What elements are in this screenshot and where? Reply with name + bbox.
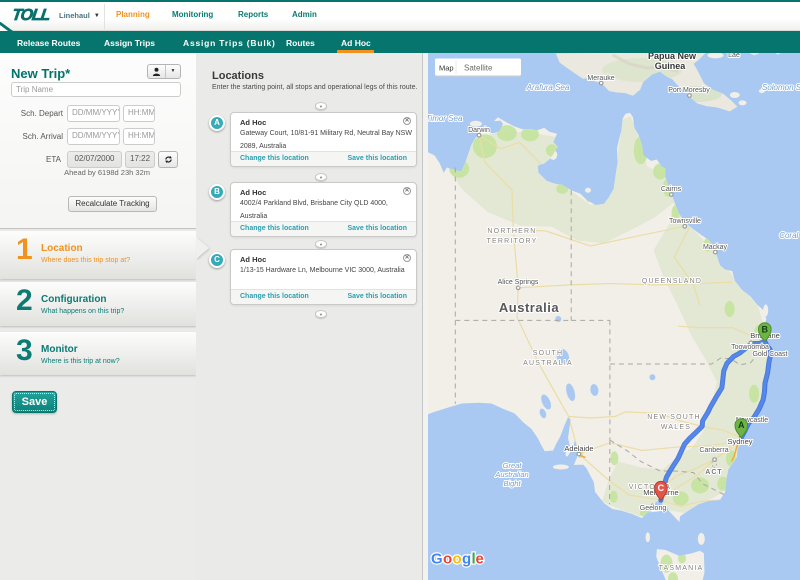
svg-text:Cairns: Cairns (661, 186, 682, 193)
svg-text:G: G (431, 551, 444, 568)
svg-text:Darwin: Darwin (468, 127, 490, 134)
svg-text:Port Moresby: Port Moresby (668, 87, 710, 94)
svg-text:A: A (738, 420, 745, 430)
svg-text:Solomon Sea: Solomon Sea (762, 83, 800, 92)
svg-text:Toowoomba: Toowoomba (731, 344, 769, 351)
svg-text:Great: Great (503, 461, 523, 470)
svg-text:Sydney: Sydney (727, 437, 752, 446)
svg-text:B: B (762, 324, 769, 334)
svg-text:Timor Sea: Timor Sea (428, 114, 463, 123)
svg-text:Gold Coast: Gold Coast (752, 351, 787, 358)
svg-text:AUSTRALIA: AUSTRALIA (523, 360, 573, 367)
svg-text:Geelong: Geelong (640, 505, 667, 512)
svg-text:QUEENSLAND: QUEENSLAND (642, 278, 702, 285)
svg-text:Australia: Australia (499, 300, 559, 315)
svg-text:Mackay: Mackay (703, 244, 728, 251)
svg-text:SOUTH: SOUTH (533, 350, 564, 357)
svg-text:Australian: Australian (494, 470, 528, 479)
svg-text:Lae: Lae (728, 53, 740, 59)
svg-text:Bight: Bight (503, 479, 521, 488)
svg-text:Map: Map (439, 64, 454, 73)
svg-text:Canberra: Canberra (699, 447, 728, 454)
svg-text:NEW SOUTH: NEW SOUTH (647, 414, 701, 421)
svg-text:e: e (476, 551, 486, 568)
svg-text:Satellite: Satellite (464, 64, 493, 73)
svg-text:ACT: ACT (705, 469, 722, 476)
svg-text:Papua New: Papua New (648, 53, 697, 61)
svg-text:NORTHERN: NORTHERN (487, 228, 536, 235)
svg-text:TASMANIA: TASMANIA (659, 565, 704, 572)
svg-text:Alice Springs: Alice Springs (498, 279, 539, 286)
svg-text:C: C (658, 483, 665, 493)
svg-text:Merauke: Merauke (587, 75, 614, 82)
svg-text:Coral Sea: Coral Sea (779, 231, 800, 240)
svg-text:Townsville: Townsville (669, 218, 701, 225)
svg-text:Guinea: Guinea (655, 61, 687, 71)
svg-text:Adelaide: Adelaide (564, 444, 593, 453)
svg-text:TERRITORY: TERRITORY (487, 238, 538, 245)
svg-text:Arafura Sea: Arafura Sea (526, 83, 570, 92)
svg-text:WALES: WALES (661, 424, 691, 431)
